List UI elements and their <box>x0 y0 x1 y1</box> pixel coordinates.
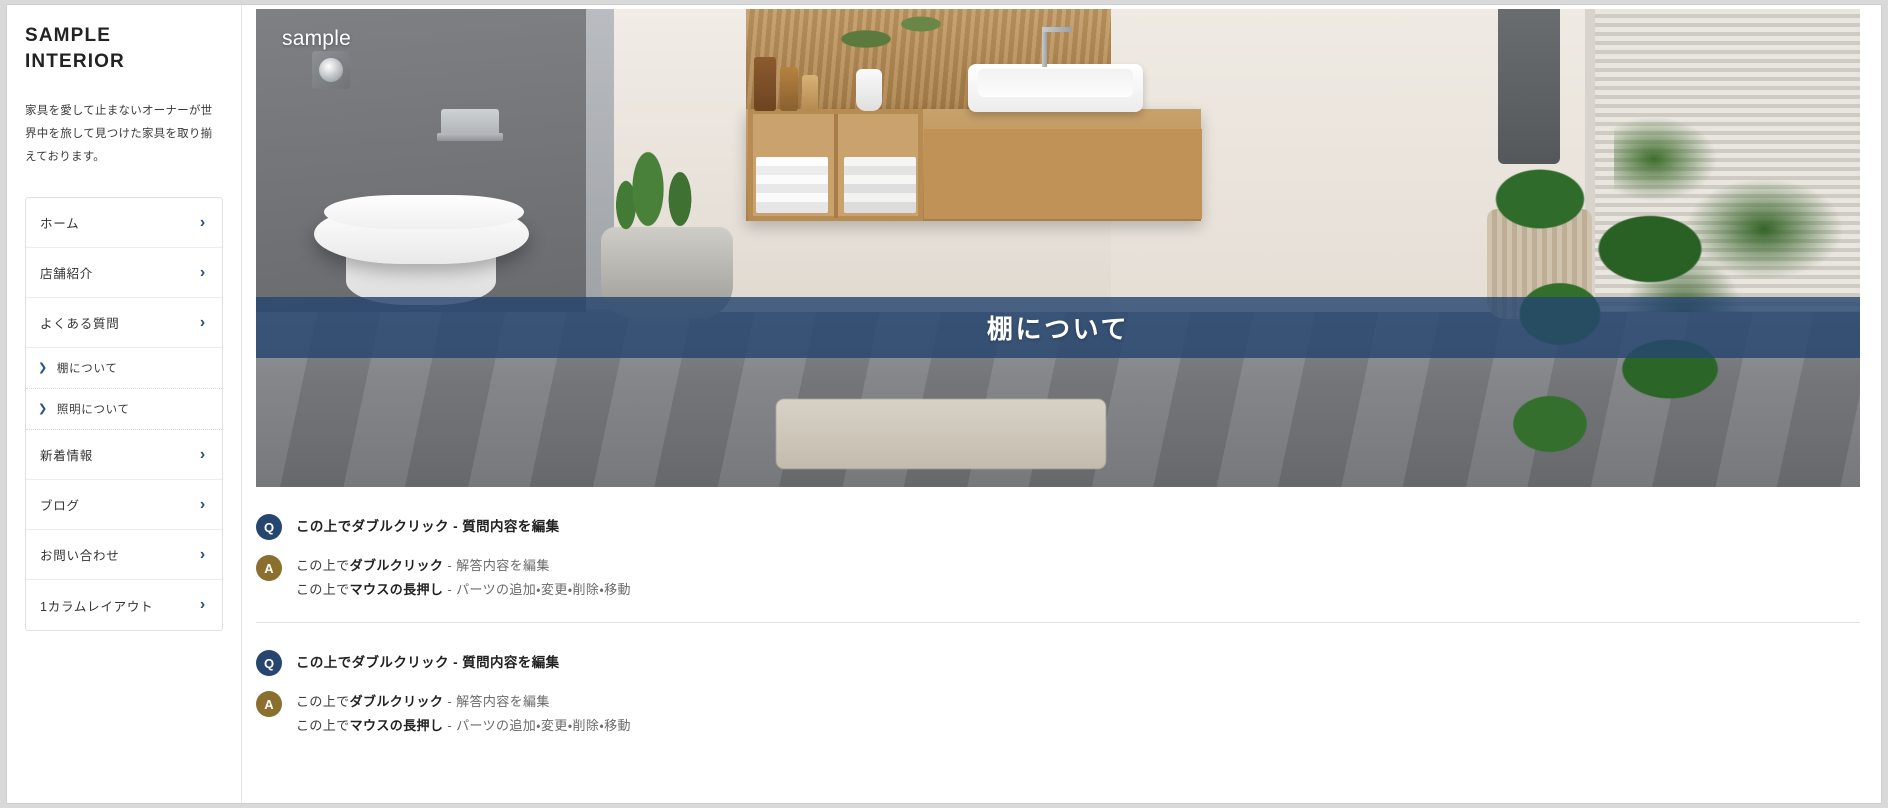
chevron-right-icon: › <box>199 545 206 563</box>
hero-image <box>256 9 1860 487</box>
chevron-right-icon: › <box>199 313 206 331</box>
answer-separator: - <box>447 581 453 597</box>
answer-plain: この上で <box>296 581 350 597</box>
sidebar-item-label: 1カラムレイアウト <box>40 599 154 614</box>
sidebar-item-6[interactable]: 新着情報 › <box>26 430 222 481</box>
chevron-right-icon: ❯ <box>38 402 48 415</box>
chevron-right-icon: › <box>199 213 206 231</box>
main-content: sample 棚について Q この上でダブルクリック - 質問内容を編集 A この上で… <box>242 5 1881 803</box>
answer-separator: - <box>447 558 453 573</box>
site-description: 家具を愛して止まないオーナーが世界中を旅して見つけた家具を取り揃えております。 <box>25 105 213 164</box>
chevron-right-icon: › <box>199 445 206 463</box>
question-suffix: 質問内容を編集 <box>462 655 560 671</box>
sidebar-item-4[interactable]: ❯ 棚について <box>26 348 222 390</box>
faq-answer-row[interactable]: A この上でダブルクリック - 解答内容を編集 この上でマウスの長押し - パーツの… <box>256 554 1860 600</box>
sidebar-item-3[interactable]: よくある質問 › <box>26 298 222 349</box>
chevron-right-icon: ❯ <box>38 361 48 374</box>
site-title: SAMPLE INTERIOR <box>25 23 223 74</box>
sidebar-item-label: ブログ <box>40 499 80 514</box>
answer-plain: この上で <box>296 717 350 733</box>
answer-separator: - <box>447 694 453 710</box>
sidebar-item-label: 店舗紹介 <box>40 267 94 282</box>
chevron-right-icon: › <box>199 596 206 614</box>
answer-bold: マウスの長押し <box>349 717 444 733</box>
faq-answer-line: この上でダブルクリック - 解答内容を編集 <box>296 692 631 713</box>
faq-question-text: この上でダブルクリック - 質問内容を編集 <box>296 649 560 674</box>
question-separator: - <box>453 519 459 534</box>
sidebar-navigation: ホーム › 店舗紹介 › よくある質問 › ❯ 棚について ❯ 照明について 新着情報 › ブログ › お問… <box>25 197 223 632</box>
faq-question-text: この上でダブルクリック - 質問内容を編集 <box>296 513 560 538</box>
sidebar: SAMPLE INTERIOR 家具を愛して止まないオーナーが世界中を旅して見つ… <box>7 5 242 803</box>
sidebar-item-label: 棚について <box>56 363 118 376</box>
chevron-right-icon: › <box>199 495 206 513</box>
question-separator: - <box>453 655 459 671</box>
answer-tail: 解答内容を編集 <box>456 694 550 710</box>
chevron-right-icon: › <box>199 263 206 281</box>
sidebar-item-7[interactable]: ブログ › <box>26 480 222 531</box>
answer-bold: ダブルクリック <box>349 558 444 573</box>
page-root: SAMPLE INTERIOR 家具を愛して止まないオーナーが世界中を旅して見つ… <box>6 4 1882 804</box>
question-badge: Q <box>256 650 282 677</box>
faq-block[interactable]: Q この上でダブルクリック - 質問内容を編集 A この上でダブルクリック - 解答内… <box>256 622 1860 758</box>
answer-bold: マウスの長押し <box>349 581 444 597</box>
sidebar-item-8[interactable]: お問い合わせ › <box>26 530 222 581</box>
hero-banner: sample 棚について <box>256 9 1860 487</box>
sidebar-item-label: 新着情報 <box>40 449 94 464</box>
answer-separator: - <box>447 717 453 733</box>
faq-answer-text: この上でダブルクリック - 解答内容を編集 この上でマウスの長押し - パーツの追… <box>296 690 631 736</box>
question-badge: Q <box>256 514 282 540</box>
hero-watermark: sample <box>282 27 351 50</box>
faq-question-row[interactable]: Q この上でダブルクリック - 質問内容を編集 <box>256 649 1860 677</box>
faq-block[interactable]: Q この上でダブルクリック - 質問内容を編集 A この上でダブルクリック - 解答内… <box>256 487 1860 622</box>
sidebar-item-label: お問い合わせ <box>40 549 120 564</box>
answer-badge: A <box>256 691 282 718</box>
faq-question-row[interactable]: Q この上でダブルクリック - 質問内容を編集 <box>256 513 1860 540</box>
sidebar-item-label: よくある質問 <box>40 317 120 332</box>
sidebar-item-1[interactable]: ホーム › <box>26 198 222 249</box>
site-title-line1: SAMPLE <box>25 25 112 46</box>
site-title-line2: INTERIOR <box>25 50 125 72</box>
question-prefix: この上でダブルクリック <box>296 519 449 534</box>
question-prefix: この上でダブルクリック <box>296 655 449 671</box>
faq-answer-row[interactable]: A この上でダブルクリック - 解答内容を編集 この上でマウスの長押し - パーツの… <box>256 690 1860 736</box>
answer-plain: この上で <box>296 694 350 710</box>
faq-list: Q この上でダブルクリック - 質問内容を編集 A この上でダブルクリック - 解答内… <box>256 487 1860 758</box>
answer-tail: パーツの追加・変更・削除・移動 <box>456 581 631 597</box>
sidebar-item-label: ホーム <box>40 217 80 232</box>
sidebar-item-label: 照明について <box>56 404 130 417</box>
answer-tail: 解答内容を編集 <box>456 558 550 573</box>
answer-bold: ダブルクリック <box>349 694 444 710</box>
sidebar-item-5[interactable]: ❯ 照明について <box>26 389 222 431</box>
faq-answer-line: この上でダブルクリック - 解答内容を編集 <box>296 556 631 577</box>
answer-tail: パーツの追加・変更・削除・移動 <box>456 717 631 733</box>
answer-badge: A <box>256 555 282 581</box>
faq-answer-line: この上でマウスの長押し - パーツの追加・変更・削除・移動 <box>296 716 631 737</box>
page-title: 棚について <box>986 314 1130 344</box>
answer-plain: この上で <box>296 558 350 573</box>
faq-answer-line: この上でマウスの長押し - パーツの追加・変更・削除・移動 <box>296 580 631 601</box>
hero-title-banner: 棚について <box>256 297 1860 358</box>
sidebar-item-9[interactable]: 1カラムレイアウト › <box>26 580 222 631</box>
question-suffix: 質問内容を編集 <box>462 519 560 534</box>
faq-answer-text: この上でダブルクリック - 解答内容を編集 この上でマウスの長押し - パーツの追… <box>296 554 631 600</box>
sidebar-item-2[interactable]: 店舗紹介 › <box>26 248 222 299</box>
